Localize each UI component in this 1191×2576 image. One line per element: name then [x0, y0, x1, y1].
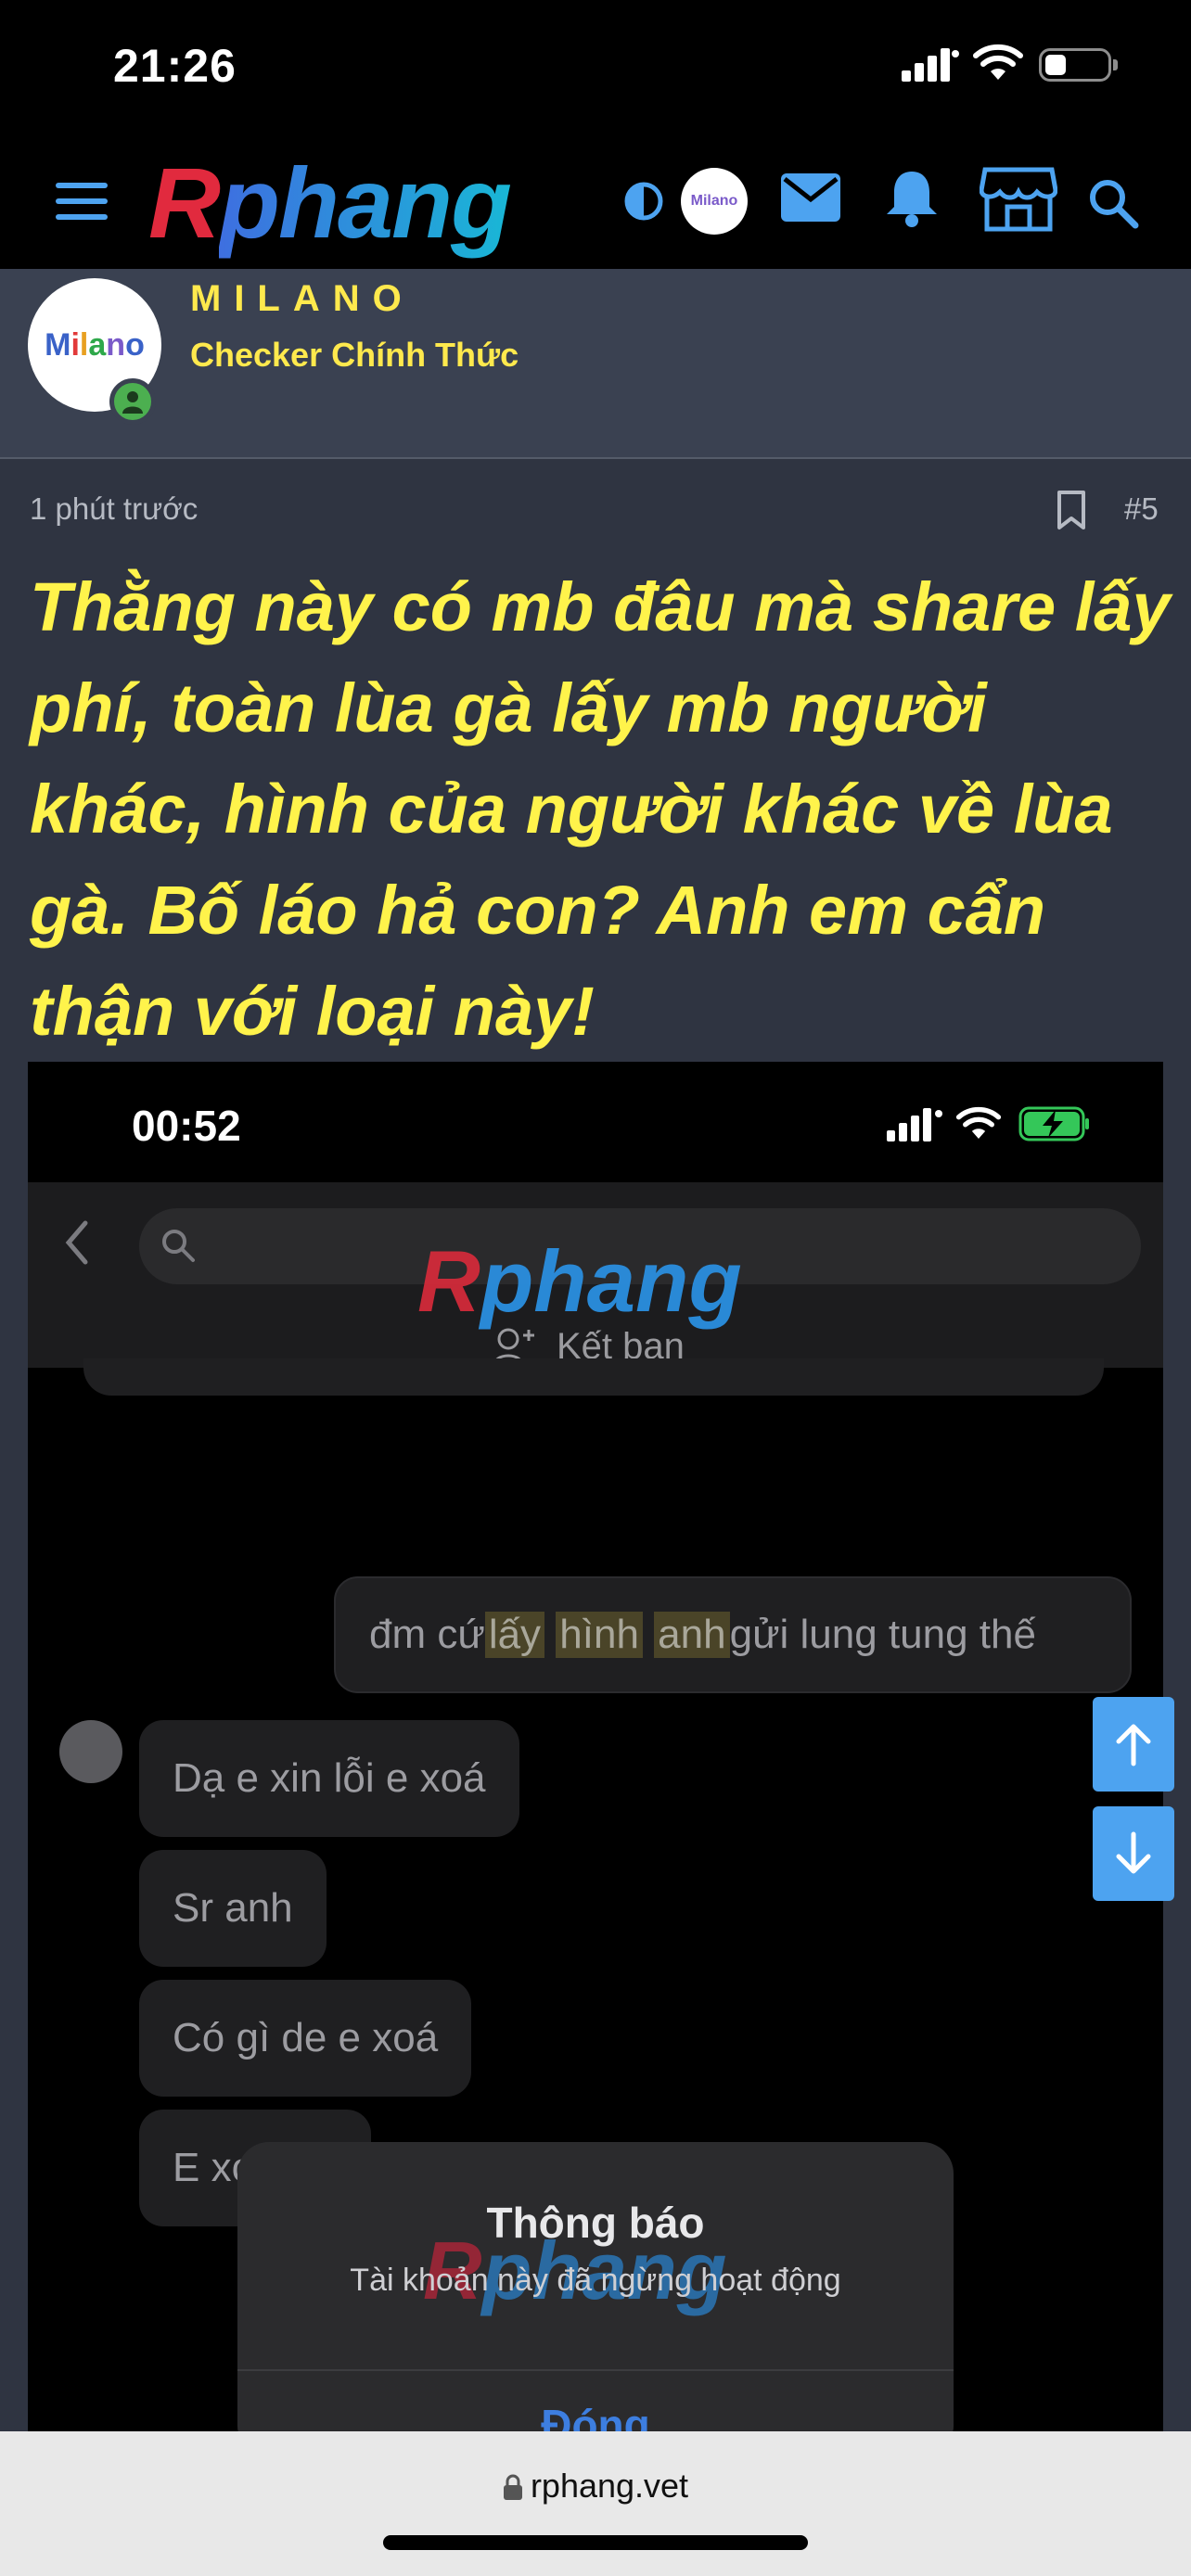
dialog-divider	[237, 2369, 954, 2371]
contact-avatar	[59, 1720, 122, 1783]
scroll-down-button[interactable]	[1093, 1806, 1174, 1901]
highlighted-word: lấy	[484, 1612, 545, 1658]
scroll-up-button[interactable]	[1093, 1697, 1174, 1792]
embedded-wifi-icon	[955, 1106, 1002, 1139]
arrow-up-icon	[1116, 1724, 1151, 1766]
cellular-signal-icon	[902, 48, 959, 82]
author-username[interactable]: MILANO	[190, 278, 415, 320]
message-text: gửi lung tung thế	[729, 1612, 1036, 1657]
avatar-letter: a	[88, 326, 107, 363]
embedded-back-icon	[65, 1220, 88, 1265]
watermark-r: R	[417, 1232, 480, 1330]
embedded-screenshot[interactable]: 00:52 Rphang Kết bạn đm cứ lấy hình anh …	[28, 1062, 1163, 2434]
dialog-message: Tài khoản này đã ngừng hoạt động	[350, 2263, 841, 2298]
mail-icon[interactable]	[781, 173, 840, 222]
dialog-close-button: Đóng	[541, 2401, 650, 2434]
embedded-pinned-strip	[83, 1358, 1104, 1396]
their-message-bubble: Dạ e xin lỗi e xoá	[139, 1720, 519, 1837]
watermark-phang: phang	[480, 1232, 742, 1330]
lock-icon	[503, 2474, 522, 2500]
site-logo[interactable]: Rphang	[148, 153, 512, 253]
wifi-icon	[973, 44, 1023, 80]
home-indicator[interactable]	[383, 2535, 808, 2550]
post-author-header: Milano MILANO Checker Chính Thức	[0, 269, 1191, 459]
embedded-battery-charging-icon	[1018, 1106, 1089, 1141]
message-text: đm cứ	[369, 1612, 485, 1657]
logo-text-r: R	[148, 147, 221, 259]
menu-icon[interactable]	[56, 181, 108, 222]
app-navbar: Rphang Milano	[0, 134, 1191, 269]
status-time: 21:26	[113, 40, 237, 92]
avatar-letter: n	[106, 326, 126, 363]
embedded-watermark-logo: Rphang	[417, 1238, 742, 1325]
embedded-status-time: 00:52	[132, 1102, 241, 1150]
their-message-bubble: Sr anh	[139, 1850, 327, 1967]
my-message-bubble: đm cứ lấy hình anh gửi lung tung thế	[334, 1576, 1132, 1693]
store-icon[interactable]	[980, 166, 1057, 233]
bell-icon[interactable]	[885, 168, 939, 227]
logo-text-phang: phang	[219, 147, 512, 259]
browser-url-bar[interactable]: rphang.vet	[0, 2431, 1191, 2576]
avatar-letter: M	[45, 326, 71, 363]
online-status-icon	[109, 378, 156, 425]
status-bar: 21:26	[0, 0, 1191, 134]
arrow-down-icon	[1116, 1831, 1151, 1874]
avatar-letter: i	[70, 326, 80, 363]
url-display[interactable]: rphang.vet	[0, 2467, 1191, 2506]
search-icon[interactable]	[1087, 177, 1139, 229]
embedded-signal-icon	[887, 1108, 942, 1141]
post-timestamp[interactable]: 1 phút trước	[30, 491, 198, 527]
avatar-letter: l	[79, 326, 89, 363]
their-message-bubble: Có gì de e xoá	[139, 1980, 472, 2097]
highlighted-word: hình	[556, 1612, 643, 1658]
user-avatar-nav[interactable]: Milano	[681, 168, 748, 235]
battery-icon	[1039, 48, 1118, 82]
bookmark-icon[interactable]	[1056, 490, 1087, 530]
post-number[interactable]: #5	[1124, 491, 1159, 527]
post-body-text: Thằng này có mb đâu mà share lấy phí, to…	[30, 568, 1171, 1050]
dialog-title: Thông báo	[486, 2199, 705, 2247]
url-text: rphang.vet	[530, 2467, 689, 2505]
highlighted-word: anh	[654, 1612, 730, 1658]
author-title: Checker Chính Thức	[190, 336, 519, 374]
alert-dialog: Rphang Thông báo Tài khoản này đã ngừng …	[237, 2142, 954, 2434]
avatar-letter: o	[125, 326, 145, 363]
theme-toggle-icon[interactable]	[623, 181, 664, 222]
embedded-search-icon	[162, 1230, 195, 1262]
